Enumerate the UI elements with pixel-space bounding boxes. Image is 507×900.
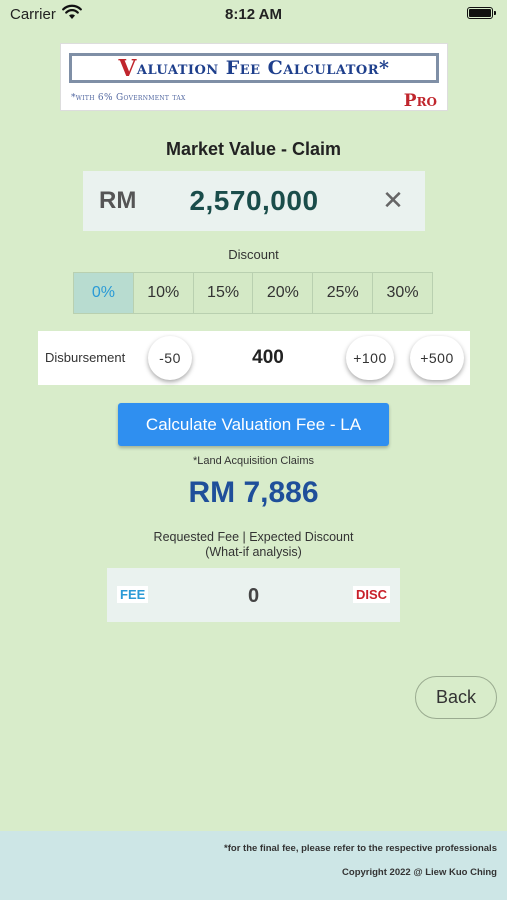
disbursement-stepper: Disbursement -50 400 +100 +500 <box>38 331 470 385</box>
discount-option-15[interactable]: 15% <box>193 273 254 313</box>
discount-option-30[interactable]: 30% <box>373 273 432 313</box>
back-button[interactable]: Back <box>415 676 497 719</box>
app-logo: Valuation Fee Calculator* *with 6% Gover… <box>60 43 448 111</box>
requested-fee-field[interactable]: FEE 0 DISC <box>107 568 400 622</box>
battery-icon <box>467 7 496 19</box>
disc-tag[interactable]: DISC <box>352 586 390 603</box>
plus-100-button[interactable]: +100 <box>346 336 394 380</box>
calculate-button[interactable]: Calculate Valuation Fee - LA <box>118 403 389 446</box>
result-fee: RM 7,886 <box>188 476 319 509</box>
minus-50-button[interactable]: -50 <box>148 336 192 380</box>
discount-option-25[interactable]: 25% <box>313 273 374 313</box>
disbursement-label: Disbursement <box>45 350 126 365</box>
disbursement-value: 400 <box>252 347 284 368</box>
clear-icon[interactable]: ✕ <box>379 187 407 215</box>
discount-option-10[interactable]: 10% <box>133 273 194 313</box>
whatif-line2: (What-if analysis) <box>205 545 302 559</box>
discount-option-20[interactable]: 20% <box>253 273 314 313</box>
market-value-field[interactable]: RM 2,570,000 ✕ <box>83 171 425 231</box>
status-bar: Carrier 8:12 AM <box>0 0 507 28</box>
land-acquisition-note: *Land Acquisition Claims <box>192 455 315 467</box>
whatif-caption: Requested Fee | Expected Discount (What-… <box>0 530 507 560</box>
section-title: Market Value - Claim <box>165 139 342 159</box>
whatif-line1: Requested Fee | Expected Discount <box>153 530 354 544</box>
plus-500-button[interactable]: +500 <box>410 336 464 380</box>
logo-title-initial: V <box>118 54 137 82</box>
discount-option-0[interactable]: 0% <box>74 273 134 313</box>
copyright: Copyright 2022 @ Liew Kuo Ching <box>342 867 497 878</box>
logo-edition: Pro <box>403 91 437 111</box>
footer-note: *for the final fee, please refer to the … <box>224 843 497 854</box>
status-time: 8:12 AM <box>225 6 282 23</box>
discount-selector: 0% 10% 15% 20% 25% 30% <box>73 272 433 314</box>
footer: *for the final fee, please refer to the … <box>0 831 507 900</box>
market-value-amount[interactable]: 2,570,000 <box>83 185 425 217</box>
discount-label: Discount <box>228 247 279 262</box>
logo-title-rest: aluation Fee Calculator* <box>136 57 390 79</box>
logo-title: Valuation Fee Calculator* <box>69 53 439 83</box>
logo-subtitle: *with 6% Government tax <box>71 93 186 103</box>
